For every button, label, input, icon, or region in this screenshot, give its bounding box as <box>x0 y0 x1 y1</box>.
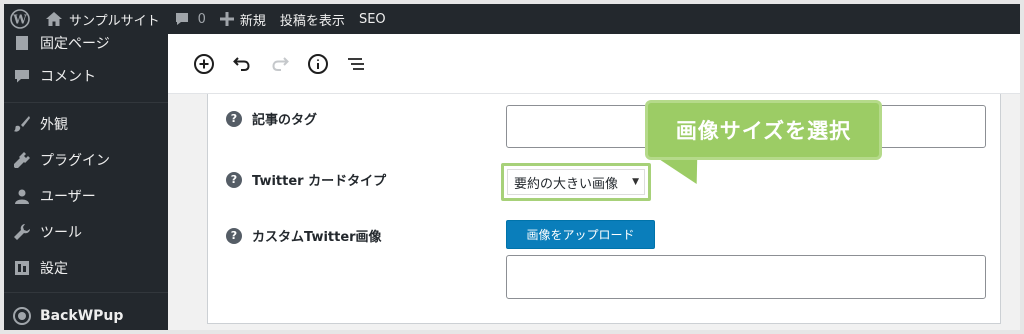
settings-icon <box>4 260 40 276</box>
sidebar-item-label: BackWPup <box>40 308 124 324</box>
brush-icon <box>4 115 40 133</box>
help-icon[interactable]: ? <box>226 110 242 127</box>
tags-label: 記事のタグ <box>252 113 318 128</box>
sidebar-separator <box>4 292 168 293</box>
sidebar-item-label: プラグイン <box>40 153 110 169</box>
sidebar-item-pages[interactable]: 固定ページ <box>4 25 168 61</box>
backwpup-icon <box>4 307 40 325</box>
help-icon[interactable]: ? <box>226 171 242 188</box>
add-block-button[interactable] <box>185 45 223 83</box>
undo-button[interactable] <box>223 45 261 83</box>
comment-icon <box>4 68 40 84</box>
outline-button[interactable] <box>337 45 375 83</box>
tags-label-row: ? 記事のタグ <box>226 109 317 128</box>
outline-icon <box>348 57 364 70</box>
comments-link[interactable]: 0 <box>167 4 213 34</box>
help-icon[interactable]: ? <box>226 227 242 244</box>
sidebar-item-label: コメント <box>40 69 96 85</box>
card-type-highlight: 要約の大きい画像 ▼ <box>501 163 651 201</box>
sidebar-item-label: ユーザー <box>40 189 96 205</box>
dropdown-arrow-icon: ▼ <box>632 177 639 187</box>
new-label: 新規 <box>239 13 266 29</box>
editor-toolbar <box>168 34 1020 94</box>
custom-image-label-row: ? カスタムTwitter画像 <box>226 226 382 245</box>
sidebar-item-users[interactable]: ユーザー <box>4 178 168 214</box>
screenshot-frame: W サンプルサイト 0 新規 投稿を表示 SEO 固定ページ コメント 外観 プ… <box>0 0 1024 334</box>
sidebar-item-label: 外観 <box>40 117 68 133</box>
plugin-icon <box>4 151 40 169</box>
sidebar-item-label: 固定ページ <box>40 36 110 52</box>
seo-link[interactable]: SEO <box>352 4 393 34</box>
wrench-icon <box>4 223 40 241</box>
info-icon <box>308 53 328 74</box>
sidebar-item-label: ツール <box>40 225 82 241</box>
redo-button[interactable] <box>261 45 299 83</box>
comment-bubble-icon <box>175 13 188 25</box>
undo-icon <box>233 56 250 71</box>
custom-image-label: カスタムTwitter画像 <box>252 230 382 245</box>
admin-sidebar: 固定ページ コメント 外観 プラグイン ユーザー ツール 設定 BackWPup <box>4 34 168 330</box>
sidebar-item-comments[interactable]: コメント <box>4 58 168 94</box>
sidebar-item-backwpup[interactable]: BackWPup <box>4 298 168 330</box>
comment-count: 0 <box>197 11 206 27</box>
card-type-value: 要約の大きい画像 <box>514 176 619 192</box>
callout-annotation: 画像サイズを選択 <box>645 100 882 160</box>
new-content-link[interactable]: 新規 <box>213 4 273 34</box>
redo-icon <box>272 56 289 71</box>
card-type-select[interactable]: 要約の大きい画像 ▼ <box>507 169 645 195</box>
custom-image-input[interactable] <box>506 255 986 299</box>
seo-label: SEO <box>358 11 386 27</box>
info-button[interactable] <box>299 45 337 83</box>
card-type-label-row: ? Twitter カードタイプ <box>226 170 386 189</box>
sidebar-item-tools[interactable]: ツール <box>4 214 168 250</box>
upload-image-button[interactable]: 画像をアップロード <box>506 220 655 249</box>
add-block-icon <box>194 53 214 74</box>
sidebar-item-plugins[interactable]: プラグイン <box>4 142 168 178</box>
page-icon <box>4 35 40 51</box>
sidebar-item-settings[interactable]: 設定 <box>4 250 168 286</box>
user-icon <box>4 188 40 204</box>
sidebar-separator <box>4 102 168 103</box>
plus-icon <box>219 12 234 26</box>
sidebar-item-appearance[interactable]: 外観 <box>4 106 168 142</box>
view-post-label: 投稿を表示 <box>279 13 345 29</box>
sidebar-item-label: 設定 <box>40 261 68 277</box>
card-type-label: Twitter カードタイプ <box>252 174 387 189</box>
view-post-link[interactable]: 投稿を表示 <box>273 4 352 34</box>
